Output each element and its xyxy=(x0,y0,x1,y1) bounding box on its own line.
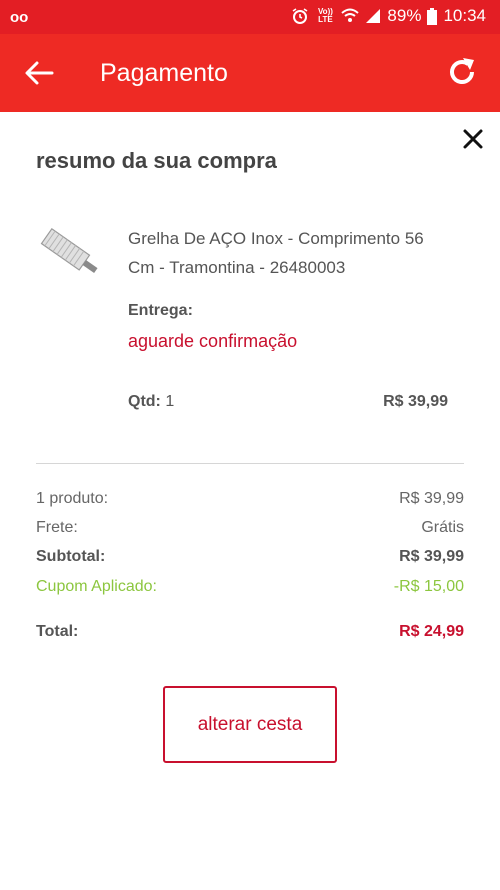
app-bar: Pagamento xyxy=(0,34,500,112)
close-icon[interactable] xyxy=(462,128,484,150)
row-value: R$ 39,99 xyxy=(399,548,464,565)
product-image xyxy=(36,222,106,282)
row-value: R$ 39,99 xyxy=(399,490,464,507)
quantity: Qtd: 1 xyxy=(128,393,174,411)
row-coupon: Cupom Aplicado: -R$ 15,00 xyxy=(36,578,464,596)
delivery-label: Entrega: xyxy=(128,302,193,319)
row-value: R$ 24,99 xyxy=(399,623,464,640)
alarm-icon xyxy=(291,7,309,25)
divider xyxy=(36,463,464,464)
row-shipping: Frete: Grátis xyxy=(36,519,464,537)
wifi-icon xyxy=(341,8,360,24)
summary-heading: resumo da sua compra xyxy=(36,148,277,173)
delivery-status: aguarde confirmação xyxy=(128,331,298,351)
row-label: 1 produto: xyxy=(36,490,109,507)
quantity-value: 1 xyxy=(165,393,175,410)
signal-icon xyxy=(365,8,381,24)
lte-indicator: Vo)) LTE xyxy=(317,7,333,24)
refresh-icon[interactable] xyxy=(444,54,480,90)
product-name: Grelha De AÇO Inox - Comprimento 56 Cm -… xyxy=(128,229,424,277)
summary-panel: resumo da sua compra Grelha De AÇO Inox … xyxy=(0,112,500,890)
row-total: Total: R$ 24,99 xyxy=(36,623,464,641)
row-label: Frete: xyxy=(36,519,78,536)
status-icons: Vo)) LTE 89% 10:34 xyxy=(291,6,486,26)
row-products: 1 produto: R$ 39,99 xyxy=(36,490,464,508)
page-title: Pagamento xyxy=(100,59,228,87)
row-subtotal: Subtotal: R$ 39,99 xyxy=(36,548,464,566)
battery-percent: 89% xyxy=(387,6,422,25)
row-value: -R$ 15,00 xyxy=(393,578,464,595)
quantity-label: Qtd: xyxy=(128,393,161,410)
clock: 10:34 xyxy=(443,6,486,25)
back-arrow-icon[interactable] xyxy=(22,58,56,88)
battery-icon xyxy=(427,7,438,25)
row-label: Cupom Aplicado: xyxy=(36,578,157,595)
item-price: R$ 39,99 xyxy=(383,393,448,410)
alterar-cesta-button[interactable]: alterar cesta xyxy=(163,686,337,763)
row-value: Grátis xyxy=(421,519,464,536)
row-label: Subtotal: xyxy=(36,548,106,565)
voicemail-icon: oo xyxy=(10,9,29,26)
row-label: Total: xyxy=(36,623,79,640)
status-bar: oo Vo)) LTE 89% 10:34 xyxy=(0,0,500,34)
